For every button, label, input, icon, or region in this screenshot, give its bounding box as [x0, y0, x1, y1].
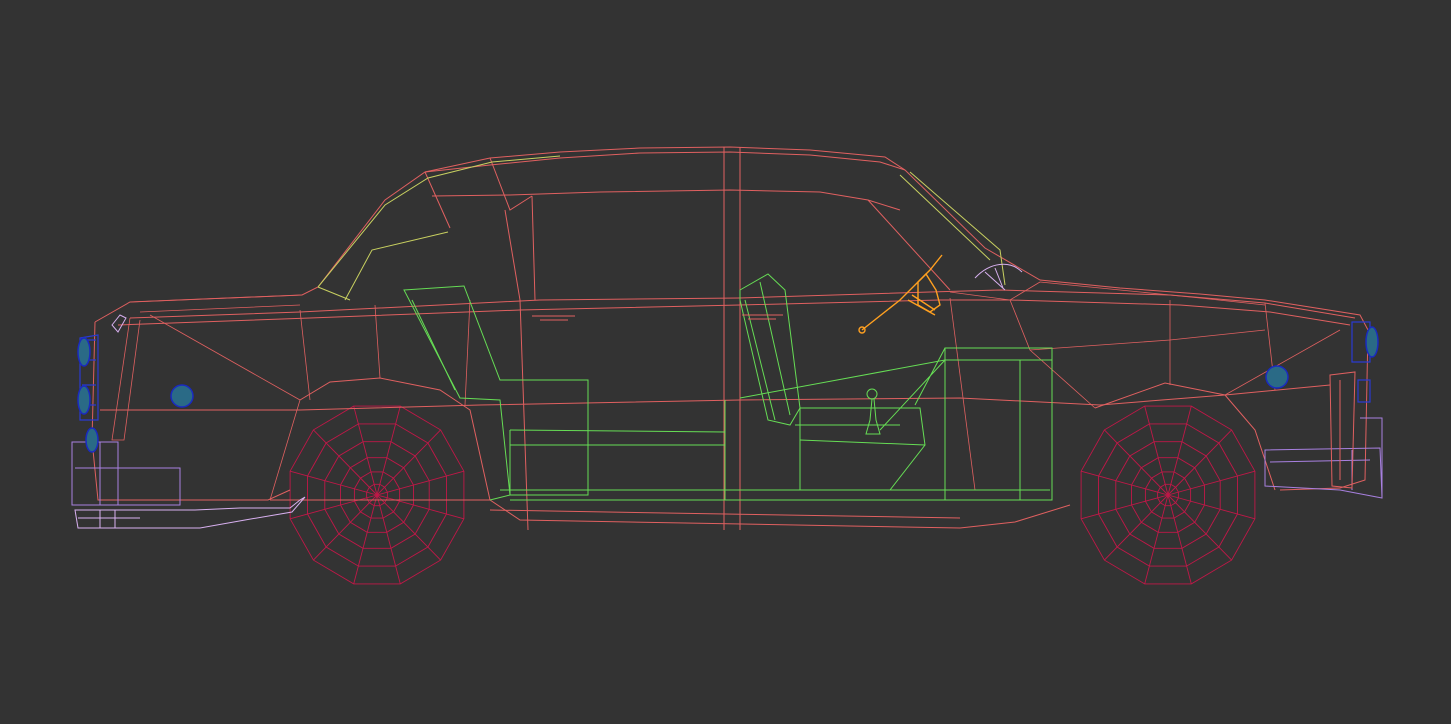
- wheel-spoke: [1167, 405, 1192, 496]
- wheel-spoke: [376, 405, 401, 496]
- hood-trunk-edges: [129, 281, 1266, 313]
- front-bumper: [71, 441, 306, 529]
- gear-lever-icon: [865, 388, 881, 435]
- wheel-spoke: [1104, 494, 1169, 561]
- lamp-icon: [1265, 365, 1289, 389]
- wheel-spoke: [376, 494, 441, 561]
- wiper-icon: [974, 263, 1023, 291]
- lamp-icon: [77, 385, 91, 415]
- wheel-spoke: [289, 470, 378, 496]
- wheel-spoke: [1167, 429, 1232, 496]
- wireframe-viewport[interactable]: [0, 0, 1451, 724]
- rear-marker-lamp: [1265, 365, 1289, 389]
- interior: [403, 273, 1053, 501]
- car-body: [91, 146, 1369, 531]
- headlamps: [77, 314, 127, 453]
- front-marker-lamp: [170, 384, 194, 408]
- wheel-spoke: [376, 429, 441, 496]
- rear-wheel: [289, 405, 465, 585]
- wheel-spoke: [1104, 429, 1169, 496]
- wheel-spoke: [1144, 494, 1169, 585]
- wheel-spoke: [376, 494, 465, 520]
- wheel-spoke: [1167, 494, 1232, 561]
- wheel-spoke: [353, 405, 378, 496]
- rear-bumper: [1264, 417, 1383, 499]
- wheel-spoke: [313, 429, 378, 496]
- car-wireframe: [71, 146, 1383, 585]
- wheel-spoke: [1167, 494, 1256, 520]
- wheel-spoke: [376, 470, 465, 496]
- wheel-spoke: [313, 494, 378, 561]
- lamp-icon: [170, 384, 194, 408]
- lamp-icon: [77, 337, 91, 367]
- door-handles: [532, 314, 783, 321]
- wheel-spoke: [1080, 494, 1169, 520]
- front-wheel: [1080, 405, 1256, 585]
- wheel-spoke: [1167, 470, 1256, 496]
- wheel-spoke: [1144, 405, 1169, 496]
- taillamps: [1329, 321, 1379, 489]
- lamp-icon: [1365, 326, 1379, 358]
- wheel-spoke: [376, 494, 401, 585]
- lamp-icon: [85, 427, 99, 453]
- wheel-spoke: [1167, 494, 1192, 585]
- wheel-spoke: [1080, 470, 1169, 496]
- wheel-spoke: [353, 494, 378, 585]
- window-trim: [317, 155, 1006, 301]
